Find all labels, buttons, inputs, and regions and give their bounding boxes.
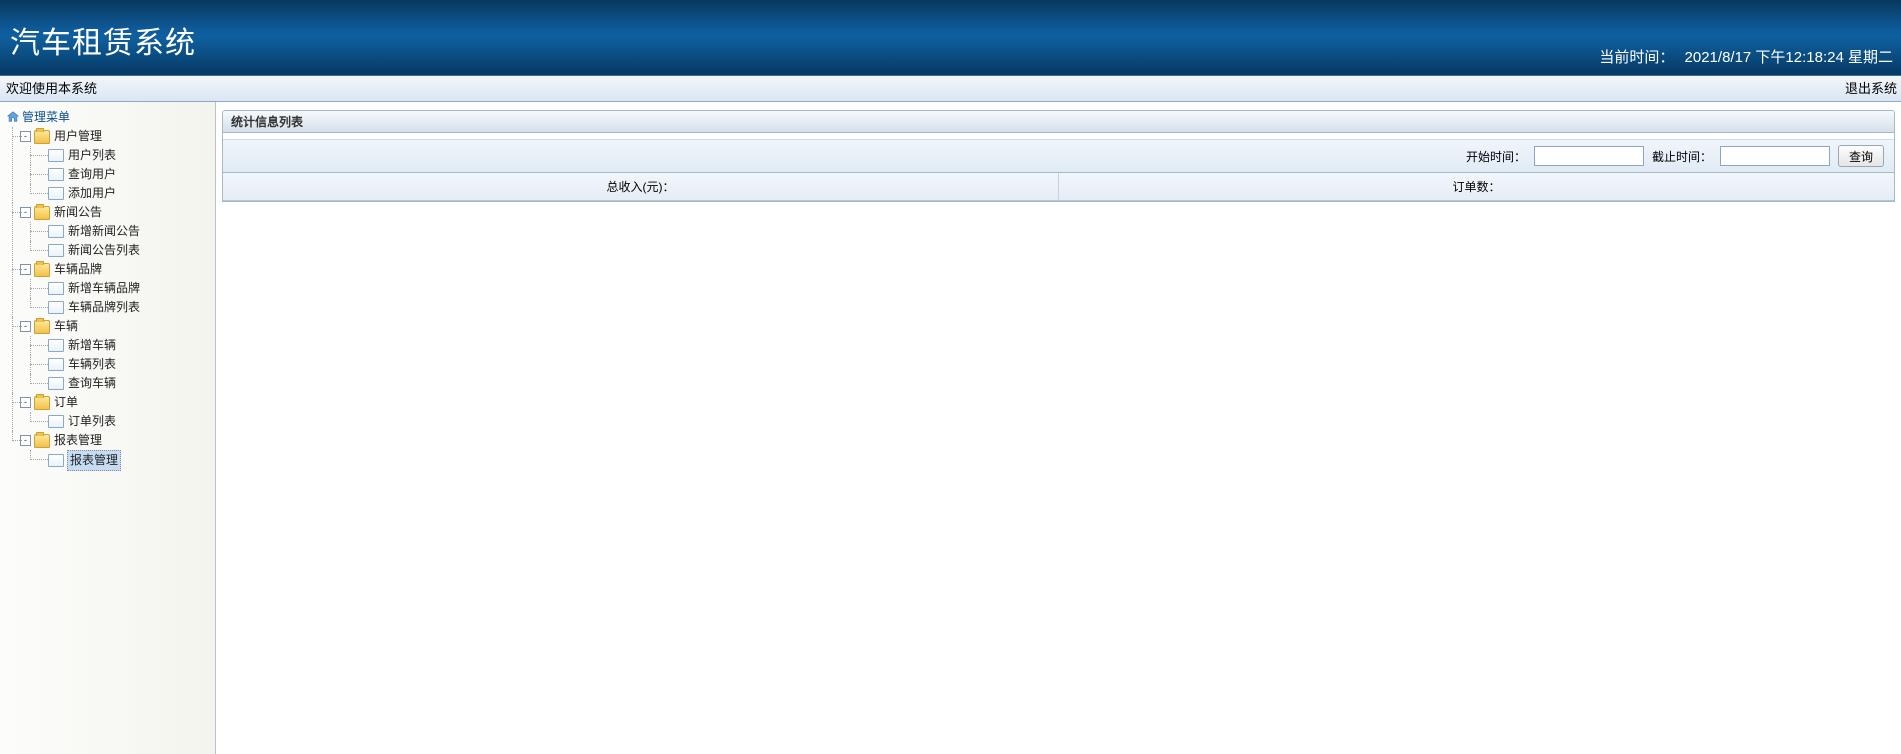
filter-bar: 开始时间： 截止时间： 查询 [223,139,1894,173]
tree-node-2[interactable]: - 车辆品牌 [6,260,215,279]
tree-leaf-2-0[interactable]: 新增车辆品牌 [6,279,215,298]
collapse-icon[interactable]: - [20,207,31,218]
file-icon [48,454,64,467]
app-header: 汽车租赁系统 当前时间： 2021/8/17 下午12:18:24 星期二 [0,0,1901,75]
collapse-icon[interactable]: - [20,397,31,408]
nav-tree: -用户管理用户列表查询用户添加用户-新闻公告新增新闻公告新闻公告列表-车辆品牌新… [6,127,215,471]
tree-leaf-label: 新增车辆 [67,336,117,355]
file-icon [48,282,64,295]
start-time-input[interactable] [1534,146,1644,166]
tree-leaf-label: 新闻公告列表 [67,241,141,260]
tree-leaf-label: 新增新闻公告 [67,222,141,241]
file-icon [48,149,64,162]
file-icon [48,301,64,314]
folder-icon [34,263,50,277]
tree-root-label: 管理菜单 [22,108,70,125]
tree-node-label: 新闻公告 [53,203,103,222]
col-income: 总收入(元)： [223,173,1059,200]
tree-leaf-label: 查询用户 [67,165,117,184]
tree-leaf-2-1[interactable]: 车辆品牌列表 [6,298,215,317]
file-icon [48,377,64,390]
tree-leaf-0-1[interactable]: 查询用户 [6,165,215,184]
tree-node-label: 报表管理 [53,431,103,450]
tree-node-label: 车辆 [53,317,79,336]
folder-icon [34,434,50,448]
clock-value: 2021/8/17 下午12:18:24 星期二 [1685,49,1893,66]
file-icon [48,244,64,257]
stats-panel: 统计信息列表 开始时间： 截止时间： 查询 总收入(元)： 订单数： [222,110,1895,202]
tree-leaf-5-0[interactable]: 报表管理 [6,450,215,471]
tree-leaf-label: 添加用户 [67,184,117,203]
tree-leaf-4-0[interactable]: 订单列表 [6,412,215,431]
tree-leaf-label: 车辆列表 [67,355,117,374]
folder-icon [34,396,50,410]
file-icon [48,225,64,238]
home-icon [6,110,20,124]
clock: 当前时间： 2021/8/17 下午12:18:24 星期二 [1593,46,1893,67]
clock-label: 当前时间： [1599,49,1674,66]
main-area: 统计信息列表 开始时间： 截止时间： 查询 总收入(元)： 订单数： [216,102,1901,754]
tree-node-label: 用户管理 [53,127,103,146]
tree-leaf-3-1[interactable]: 车辆列表 [6,355,215,374]
logout-link[interactable]: 退出系统 [1845,76,1897,101]
folder-icon [34,320,50,334]
tree-node-4[interactable]: - 订单 [6,393,215,412]
tree-leaf-label: 订单列表 [67,412,117,431]
tree-node-3[interactable]: - 车辆 [6,317,215,336]
tree-leaf-0-2[interactable]: 添加用户 [6,184,215,203]
end-time-label: 截止时间： [1652,148,1712,165]
collapse-icon[interactable]: - [20,321,31,332]
panel-title: 统计信息列表 [223,111,1894,133]
tree-leaf-label: 报表管理 [67,450,121,471]
tree-leaf-label: 新增车辆品牌 [67,279,141,298]
welcome-text: 欢迎使用本系统 [6,81,97,96]
tree-leaf-3-0[interactable]: 新增车辆 [6,336,215,355]
collapse-icon[interactable]: - [20,264,31,275]
tree-leaf-3-2[interactable]: 查询车辆 [6,374,215,393]
folder-icon [34,206,50,220]
collapse-icon[interactable]: - [20,131,31,142]
tree-leaf-1-1[interactable]: 新闻公告列表 [6,241,215,260]
file-icon [48,358,64,371]
file-icon [48,168,64,181]
tree-node-1[interactable]: - 新闻公告 [6,203,215,222]
sub-bar: 欢迎使用本系统 退出系统 [0,75,1901,102]
tree-node-0[interactable]: - 用户管理 [6,127,215,146]
tree-leaf-0-0[interactable]: 用户列表 [6,146,215,165]
tree-node-label: 订单 [53,393,79,412]
file-icon [48,415,64,428]
col-orders: 订单数： [1059,173,1894,200]
tree-leaf-1-0[interactable]: 新增新闻公告 [6,222,215,241]
sidebar: 管理菜单 -用户管理用户列表查询用户添加用户-新闻公告新增新闻公告新闻公告列表-… [0,102,216,754]
collapse-icon[interactable]: - [20,435,31,446]
result-header-row: 总收入(元)： 订单数： [223,173,1894,201]
tree-node-label: 车辆品牌 [53,260,103,279]
tree-leaf-label: 查询车辆 [67,374,117,393]
tree-leaf-label: 用户列表 [67,146,117,165]
tree-leaf-label: 车辆品牌列表 [67,298,141,317]
end-time-input[interactable] [1720,146,1830,166]
query-button[interactable]: 查询 [1838,145,1884,167]
folder-icon [34,130,50,144]
file-icon [48,187,64,200]
tree-node-5[interactable]: - 报表管理 [6,431,215,450]
start-time-label: 开始时间： [1466,148,1526,165]
tree-root[interactable]: 管理菜单 [6,108,215,125]
file-icon [48,339,64,352]
